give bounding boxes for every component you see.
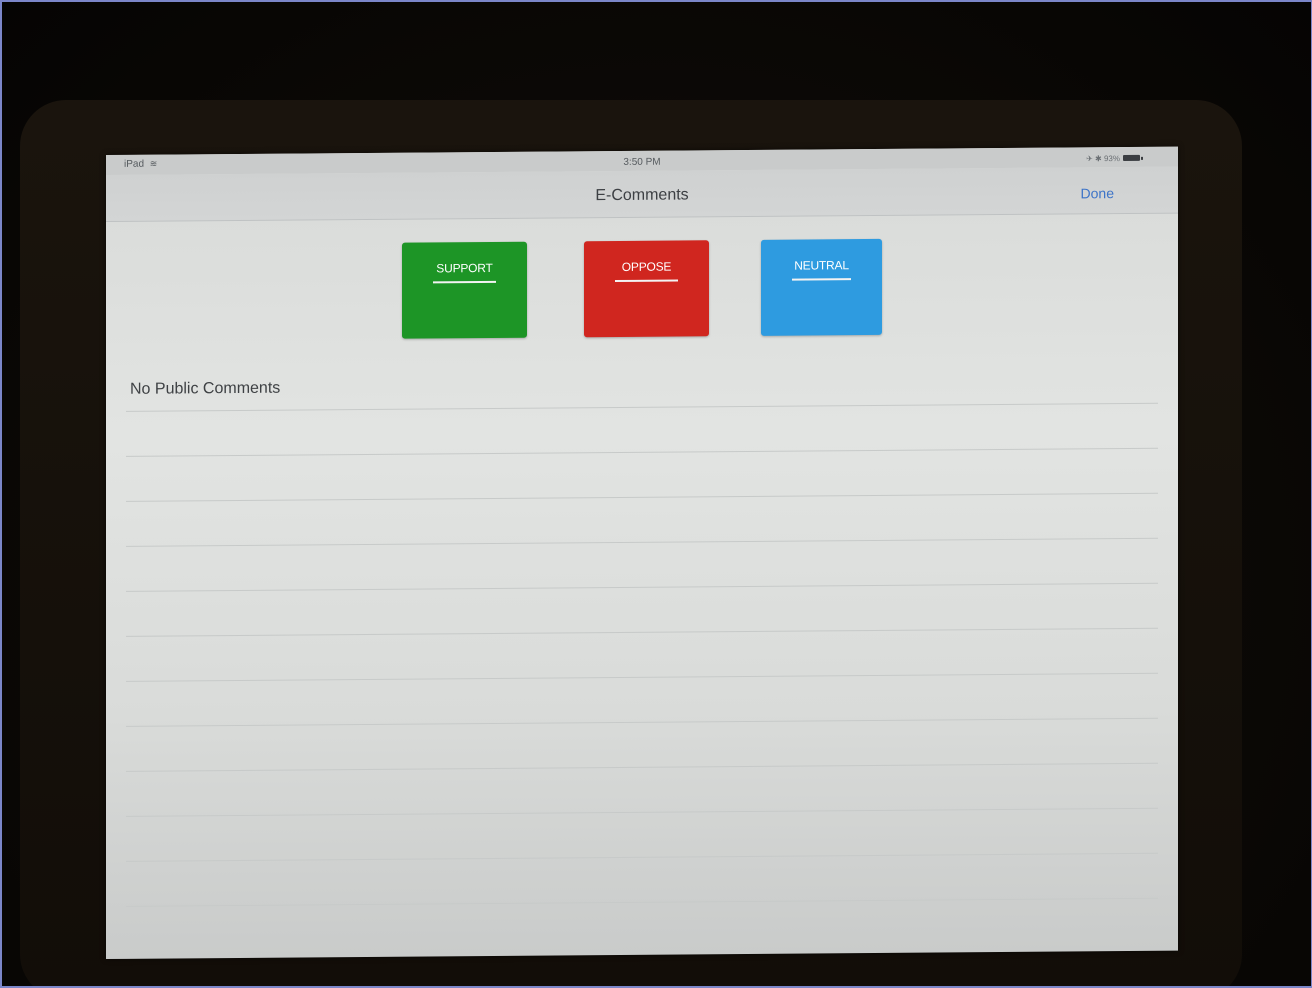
list-divider: [126, 897, 1158, 907]
list-divider: [126, 672, 1158, 682]
list-divider: [126, 582, 1158, 592]
done-button[interactable]: Done: [1081, 185, 1114, 201]
support-underline: [433, 280, 496, 284]
navigation-bar: E-Comments Done: [106, 166, 1178, 222]
oppose-label: OPPOSE: [621, 259, 672, 274]
page-title: E-Comments: [595, 186, 689, 205]
no-comments-message: No Public Comments: [130, 379, 281, 398]
status-right: ✈ ✱ 93%: [1086, 154, 1120, 164]
oppose-underline: [615, 279, 678, 283]
list-divider: [126, 447, 1158, 457]
list-divider: [126, 402, 1158, 412]
support-label: SUPPORT: [436, 260, 493, 276]
support-button[interactable]: SUPPORT: [402, 241, 527, 339]
ipad-screen: iPad ≋ 3:50 PM ✈ ✱ 93% E-Comments Done S…: [106, 146, 1178, 960]
list-divider: [126, 807, 1158, 817]
list-divider: [126, 852, 1158, 862]
neutral-button[interactable]: NEUTRAL: [761, 238, 882, 336]
list-divider: [126, 717, 1158, 727]
list-divider: [126, 537, 1158, 547]
list-divider: [126, 492, 1158, 502]
neutral-label: NEUTRAL: [794, 258, 849, 273]
battery-icon: [1123, 154, 1140, 162]
list-divider: [126, 627, 1158, 637]
list-divider: [126, 762, 1158, 772]
photo-frame: iPad ≋ 3:50 PM ✈ ✱ 93% E-Comments Done S…: [0, 0, 1312, 988]
oppose-button[interactable]: OPPOSE: [584, 240, 709, 338]
neutral-underline: [792, 278, 851, 281]
